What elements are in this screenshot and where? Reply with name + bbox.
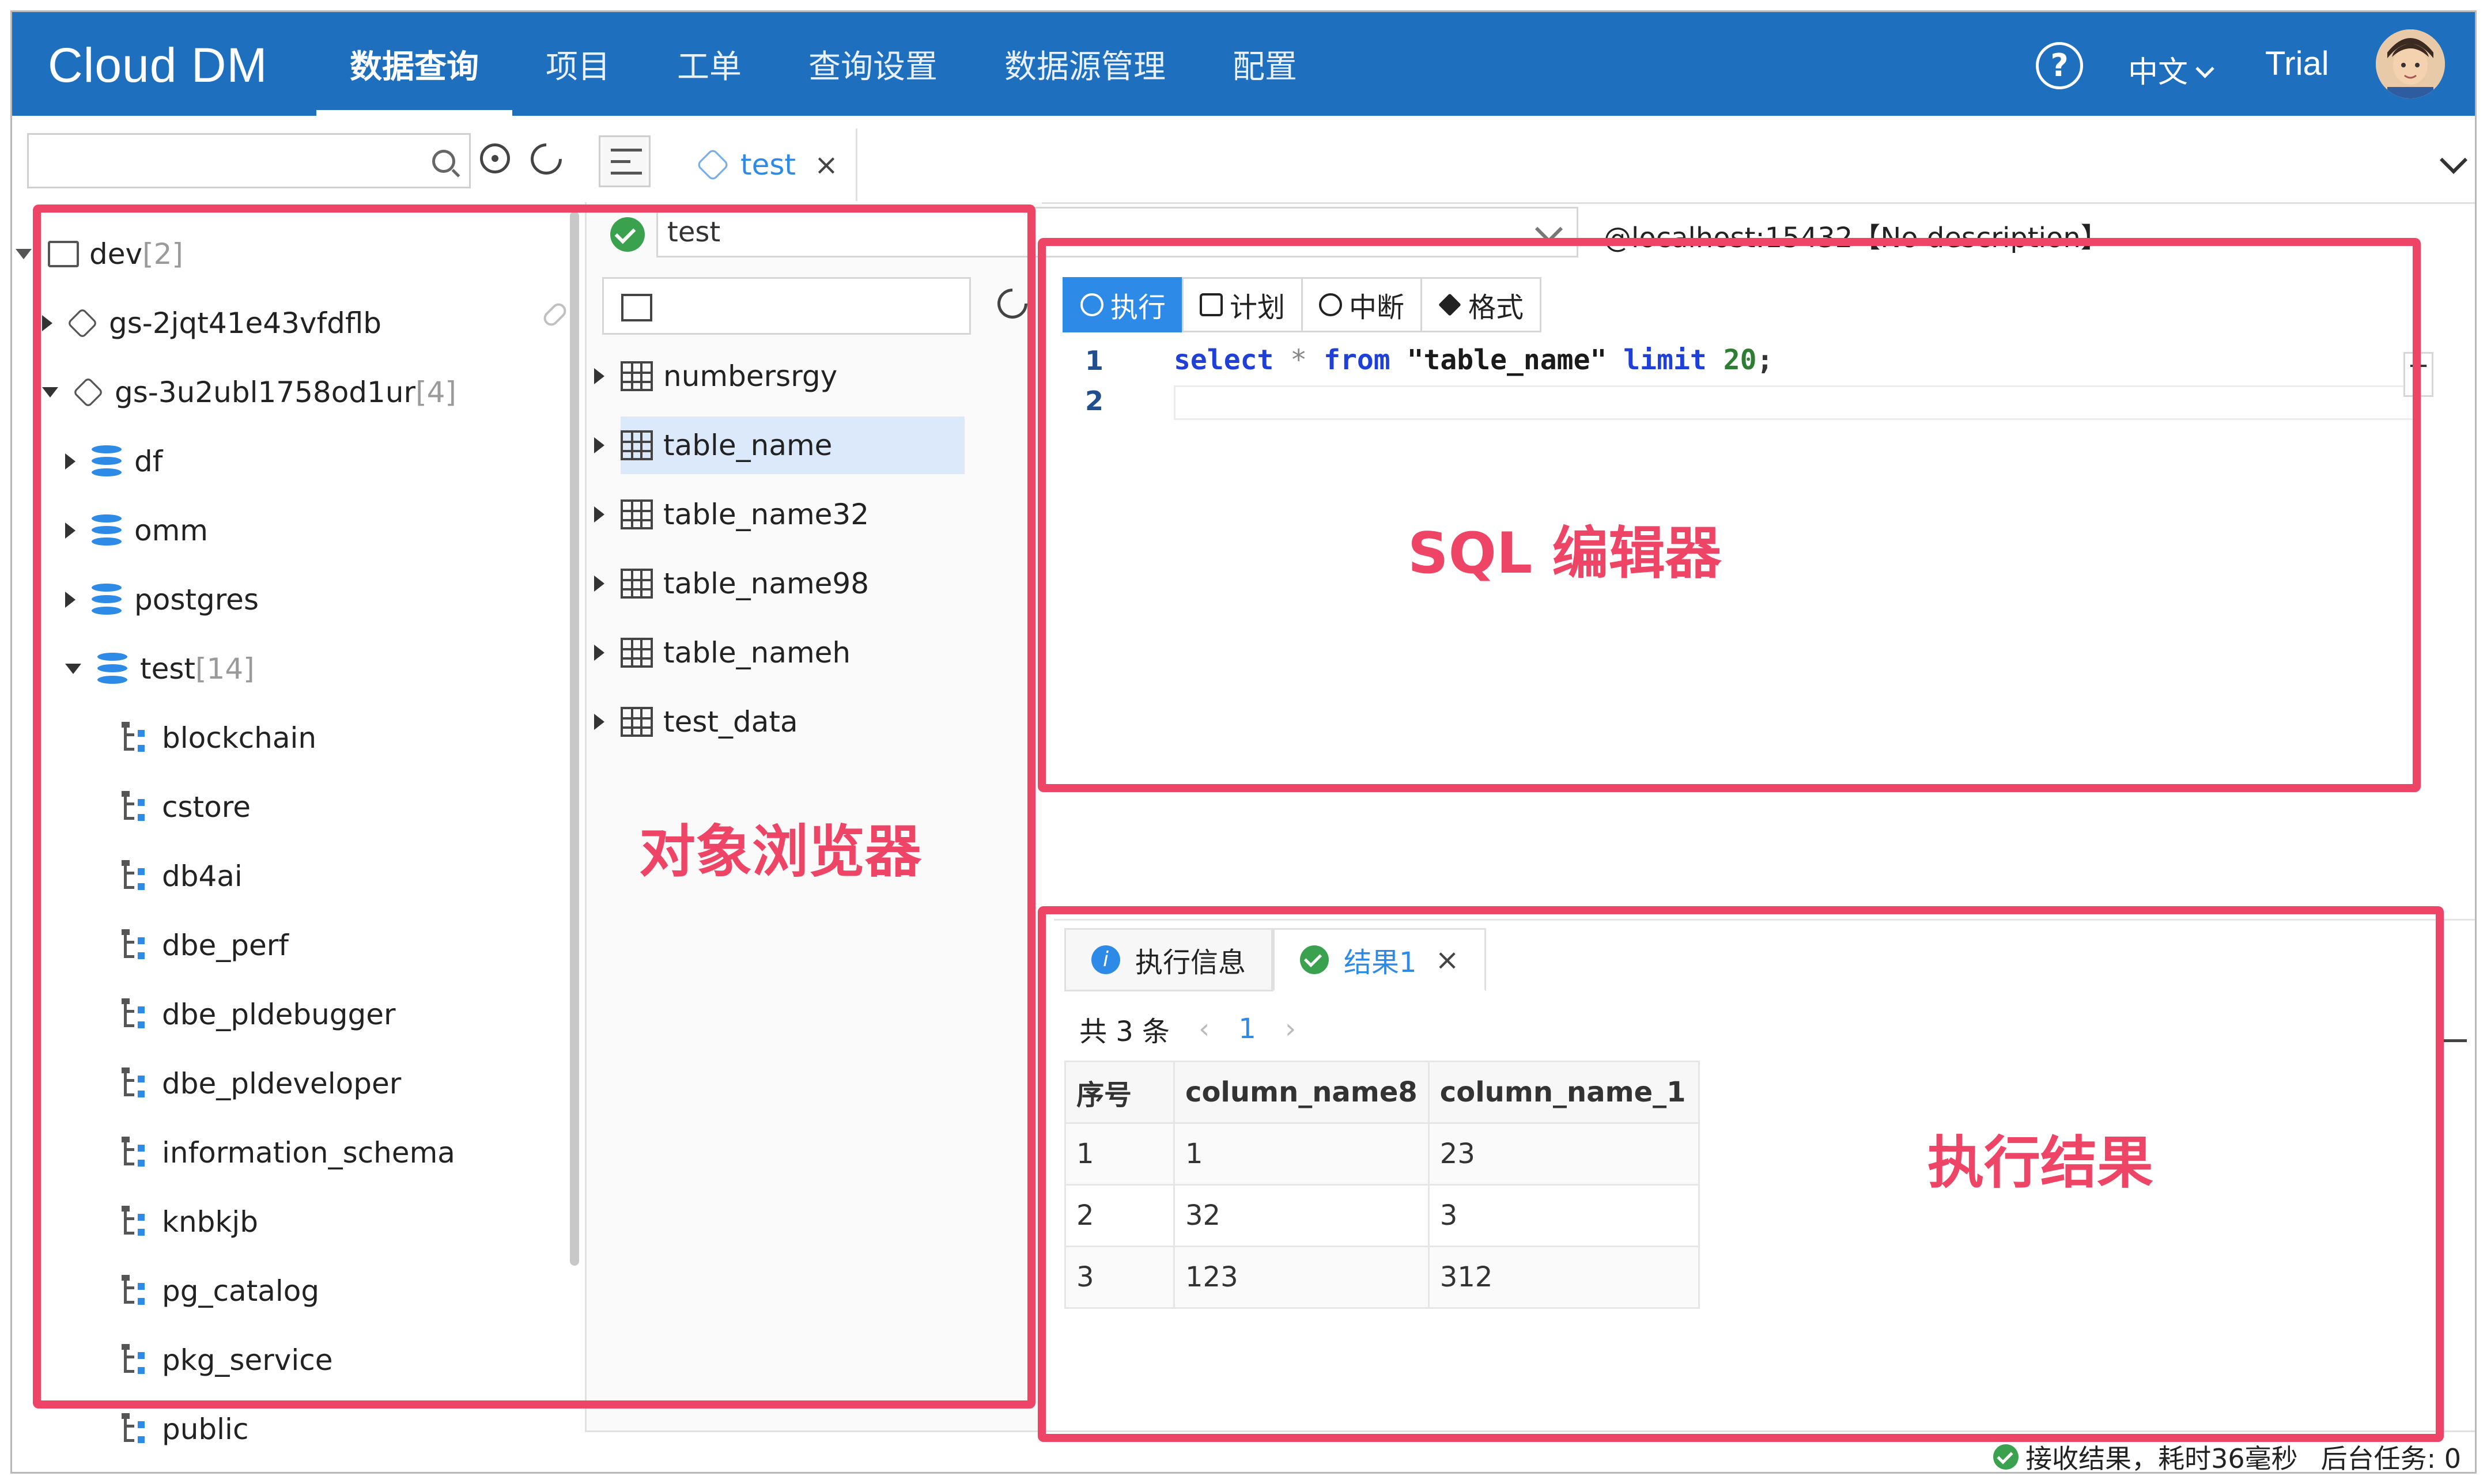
- status-text: 接收结果，耗时36毫秒 后台任务: 0: [1993, 1438, 2461, 1474]
- tab-test[interactable]: test ×: [681, 128, 857, 201]
- object-search-input[interactable]: [38, 135, 421, 186]
- locate-icon[interactable]: [480, 143, 510, 173]
- annotation-box-result: [1038, 906, 2444, 1442]
- nav-item-query-settings[interactable]: 查询设置: [775, 12, 971, 116]
- nav-item-data-query[interactable]: 数据查询: [316, 12, 512, 116]
- nav-item-datasource-management[interactable]: 数据源管理: [971, 12, 1199, 116]
- app-window: Cloud DM 数据查询 项目 工单 查询设置 数据源管理 配置 ? 中文 T…: [10, 10, 2477, 1474]
- schema-icon: [122, 1413, 150, 1445]
- app-logo: Cloud DM: [48, 38, 268, 92]
- tree-node-schema[interactable]: public: [122, 1400, 248, 1458]
- connection-icon: [696, 147, 730, 182]
- status-message: 接收结果，耗时36毫秒: [2025, 1443, 2298, 1474]
- background-tasks[interactable]: 后台任务: 0: [2321, 1438, 2461, 1472]
- main-nav: 数据查询 项目 工单 查询设置 数据源管理 配置: [316, 12, 1331, 116]
- editor-tab-strip: [585, 122, 2475, 204]
- chevron-down-icon: [2195, 59, 2214, 78]
- tab-label: test: [740, 148, 796, 181]
- annotation-label-sql-editor: SQL 编辑器: [1408, 521, 1722, 586]
- nav-item-tickets[interactable]: 工单: [644, 12, 775, 116]
- tree-node-label: public: [162, 1413, 249, 1446]
- top-navigation-bar: Cloud DM 数据查询 项目 工单 查询设置 数据源管理 配置 ? 中文 T…: [12, 12, 2475, 116]
- success-icon: [1993, 1444, 2019, 1470]
- collapse-sidebar-icon[interactable]: [599, 135, 651, 187]
- help-icon[interactable]: ?: [2036, 42, 2083, 89]
- nav-item-projects[interactable]: 项目: [512, 12, 644, 116]
- refresh-icon[interactable]: [524, 137, 569, 181]
- annotation-label-object-browser: 对象浏览器: [639, 819, 922, 885]
- avatar[interactable]: [2376, 29, 2445, 99]
- annotation-label-result: 执行结果: [1927, 1130, 2154, 1196]
- user-avatar-icon: [2376, 29, 2445, 99]
- expand-icon[interactable]: [16, 249, 32, 259]
- language-label: 中文: [2128, 55, 2189, 90]
- object-search-box[interactable]: [27, 133, 471, 188]
- annotation-box-sql-editor: [1038, 238, 2421, 792]
- language-selector[interactable]: 中文: [2128, 48, 2214, 91]
- plan-label[interactable]: Trial: [2265, 44, 2329, 83]
- search-icon[interactable]: [432, 150, 455, 173]
- close-icon[interactable]: ×: [814, 148, 838, 181]
- nav-item-config[interactable]: 配置: [1199, 12, 1331, 116]
